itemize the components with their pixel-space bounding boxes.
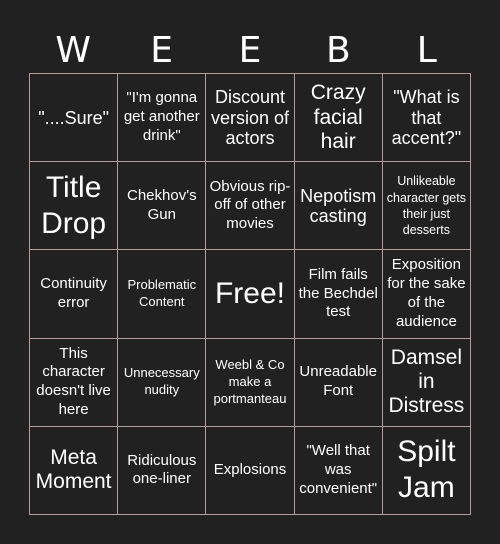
bingo-cell-r2-c1[interactable]: Title Drop — [30, 162, 119, 251]
bingo-cell-r2-c5[interactable]: Unlikeable character gets their just des… — [382, 162, 471, 251]
bingo-cell-label: "....Sure" — [38, 107, 109, 128]
bingo-cell-label: This character doesn't live here — [36, 344, 111, 418]
bingo-cell-label: Meta Moment — [35, 446, 112, 494]
bingo-cell-label: Exposition for the sake of the audience — [387, 256, 466, 330]
bingo-cell-label: Unlikeable character gets their just des… — [386, 174, 466, 238]
bingo-cell-label: Crazy facial hair — [310, 81, 366, 153]
bingo-header: W E E B L — [29, 28, 471, 73]
bingo-cell-label: Film fails the Bechdel test — [298, 265, 378, 321]
free-space-cell[interactable]: Free! — [206, 250, 295, 339]
bingo-cell-label: "What is that accent?" — [391, 87, 462, 148]
bingo-cell-label: Title Drop — [41, 170, 107, 240]
bingo-cell-r4-c5[interactable]: Damsel in Distress — [382, 338, 471, 427]
bingo-cell-label: Chekhov's Gun — [127, 187, 197, 223]
bingo-cell-label: Nepotism casting — [300, 185, 377, 226]
bingo-cell-r2-c2[interactable]: Chekhov's Gun — [118, 162, 207, 251]
bingo-cell-label: Explosions — [213, 461, 287, 479]
bingo-cell-r4-c1[interactable]: This character doesn't live here — [30, 338, 119, 427]
bingo-cell-label: "I'm gonna get another drink" — [123, 89, 200, 144]
bingo-cell-r5-c2[interactable]: Ridiculous one-liner — [118, 426, 207, 515]
bingo-cell-r1-c5[interactable]: "What is that accent?" — [382, 74, 471, 163]
bingo-cell-r5-c4[interactable]: "Well that was convenient" — [294, 426, 383, 515]
bingo-card-page: W E E B L "....Sure" "I'm gonna get anoth… — [0, 0, 500, 544]
header-letter-3: E — [238, 30, 262, 71]
bingo-cell-label: Unreadable Font — [299, 363, 377, 400]
header-letter-2: E — [150, 30, 173, 71]
bingo-cell-r1-c1[interactable]: "....Sure" — [30, 74, 119, 163]
bingo-cell-r3-c1[interactable]: Continuity error — [30, 250, 119, 339]
bingo-cell-r3-c5[interactable]: Exposition for the sake of the audience — [382, 250, 471, 339]
bingo-cell-r4-c2[interactable]: Unnecessary nudity — [118, 338, 207, 427]
bingo-cell-label: Spilt Jam — [397, 435, 456, 505]
bingo-cell-label: Obvious rip-off of other movies — [209, 177, 291, 233]
bingo-cell-label: Ridiculous one-liner — [127, 451, 197, 488]
bingo-cell-r1-c4[interactable]: Crazy facial hair — [294, 74, 383, 163]
bingo-cell-r4-c3[interactable]: Weebl & Co make a portmanteau — [206, 338, 295, 427]
bingo-cell-r2-c3[interactable]: Obvious rip-off of other movies — [206, 162, 295, 251]
bingo-cell-label: Discount version of actors — [210, 87, 290, 148]
bingo-cell-label: Weebl & Co make a portmanteau — [213, 356, 287, 406]
bingo-cell-r4-c4[interactable]: Unreadable Font — [294, 338, 383, 427]
bingo-cell-label: Problematic Content — [127, 277, 197, 309]
bingo-cell-label: "Well that was convenient" — [299, 442, 378, 497]
bingo-cell-r2-c4[interactable]: Nepotism casting — [294, 162, 383, 251]
bingo-cell-r5-c1[interactable]: Meta Moment — [30, 426, 119, 515]
bingo-cell-r1-c2[interactable]: "I'm gonna get another drink" — [118, 74, 207, 163]
bingo-cell-label: Continuity error — [40, 275, 107, 311]
bingo-cell-r5-c3[interactable]: Explosions — [206, 426, 295, 515]
bingo-cell-r1-c3[interactable]: Discount version of actors — [206, 74, 295, 163]
bingo-cell-r3-c4[interactable]: Film fails the Bechdel test — [294, 250, 383, 339]
bingo-cell-label: Free! — [214, 276, 285, 310]
bingo-cell-r3-c2[interactable]: Problematic Content — [118, 250, 207, 339]
bingo-cell-label: Unnecessary nudity — [123, 365, 200, 398]
bingo-grid: "....Sure" "I'm gonna get another drink" D… — [29, 73, 471, 515]
bingo-cell-label: Damsel in Distress — [388, 345, 465, 418]
header-letter-5: L — [416, 30, 437, 71]
bingo-cell-r5-c5[interactable]: Spilt Jam — [382, 426, 471, 515]
header-letter-4: B — [326, 30, 351, 71]
header-letter-1: W — [55, 30, 91, 71]
